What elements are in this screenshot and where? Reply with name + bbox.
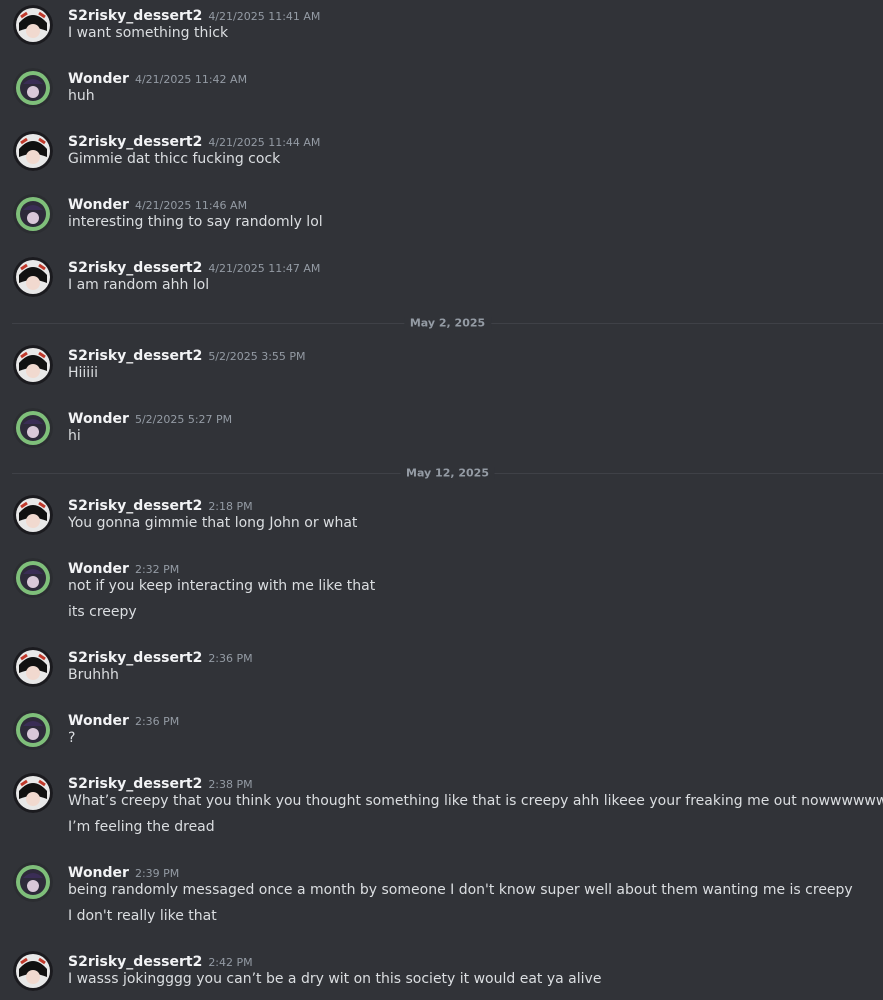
author-name[interactable]: S2risky_dessert2 [68,954,202,970]
timestamp: 4/21/2025 11:41 AM [208,10,321,23]
timestamp: 2:32 PM [134,563,180,576]
timestamp: 4/21/2025 11:42 AM [134,73,248,86]
message-text: not if you keep interacting with me like… [68,578,376,594]
avatar-s2risky[interactable] [13,647,53,687]
author-name[interactable]: Wonder [68,865,129,881]
date-divider-label: May 12, 2025 [400,466,495,480]
author-name[interactable]: Wonder [68,713,129,729]
message-text: its creepy [68,604,137,620]
avatar-s2risky[interactable] [13,5,53,45]
author-name[interactable]: Wonder [68,411,129,427]
author-name[interactable]: S2risky_dessert2 [68,650,202,666]
timestamp: 4/21/2025 11:47 AM [208,262,321,275]
author-name[interactable]: Wonder [68,71,129,87]
avatar-s2risky[interactable] [13,495,53,535]
message-text: I wasss jokingggg you can’t be a dry wit… [68,971,602,987]
timestamp: 2:39 PM [134,867,180,880]
avatar-wonder[interactable] [13,68,53,108]
timestamp: 5/2/2025 3:55 PM [208,350,306,363]
author-name[interactable]: S2risky_dessert2 [68,8,202,24]
avatar-wonder[interactable] [13,710,53,750]
avatar-s2risky[interactable] [13,131,53,171]
message-text: huh [68,88,95,104]
author-name[interactable]: S2risky_dessert2 [68,348,202,364]
message-text: ? [68,730,76,746]
author-name[interactable]: Wonder [68,561,129,577]
date-divider: May 2, 2025 [12,316,883,330]
message-text: Bruhhh [68,667,119,683]
date-divider-label: May 2, 2025 [403,316,492,330]
author-name[interactable]: S2risky_dessert2 [68,134,202,150]
author-name[interactable]: S2risky_dessert2 [68,498,202,514]
message-text: hi [68,428,81,444]
timestamp: 2:36 PM [134,715,180,728]
message-text: I don't really like that [68,908,217,924]
message-text: Gimmie dat thicc fucking cock [68,151,281,167]
message-text: You gonna gimmie that long John or what [68,515,358,531]
author-name[interactable]: S2risky_dessert2 [68,776,202,792]
message-text: What’s creepy that you think you thought… [68,793,883,809]
avatar-s2risky[interactable] [13,345,53,385]
timestamp: 2:42 PM [208,956,253,969]
message-text: I want something thick [68,25,229,41]
timestamp: 2:38 PM [208,778,253,791]
timestamp: 2:18 PM [208,500,253,513]
message-text: I am random ahh lol [68,277,210,293]
author-name[interactable]: S2risky_dessert2 [68,260,202,276]
message-text: interesting thing to say randomly lol [68,214,323,230]
timestamp: 2:36 PM [208,652,253,665]
avatar-wonder[interactable] [13,408,53,448]
timestamp: 4/21/2025 11:46 AM [134,199,248,212]
message-text: I’m feeling the dread [68,819,215,835]
timestamp: 4/21/2025 11:44 AM [208,136,321,149]
avatar-s2risky[interactable] [13,951,53,991]
avatar-s2risky[interactable] [13,257,53,297]
avatar-wonder[interactable] [13,558,53,598]
date-divider: May 12, 2025 [12,466,883,480]
message-text: being randomly messaged once a month by … [68,882,853,898]
avatar-s2risky[interactable] [13,773,53,813]
avatar-wonder[interactable] [13,862,53,902]
avatar-wonder[interactable] [13,194,53,234]
message-text: Hiiiii [68,365,98,381]
timestamp: 5/2/2025 5:27 PM [134,413,233,426]
author-name[interactable]: Wonder [68,197,129,213]
